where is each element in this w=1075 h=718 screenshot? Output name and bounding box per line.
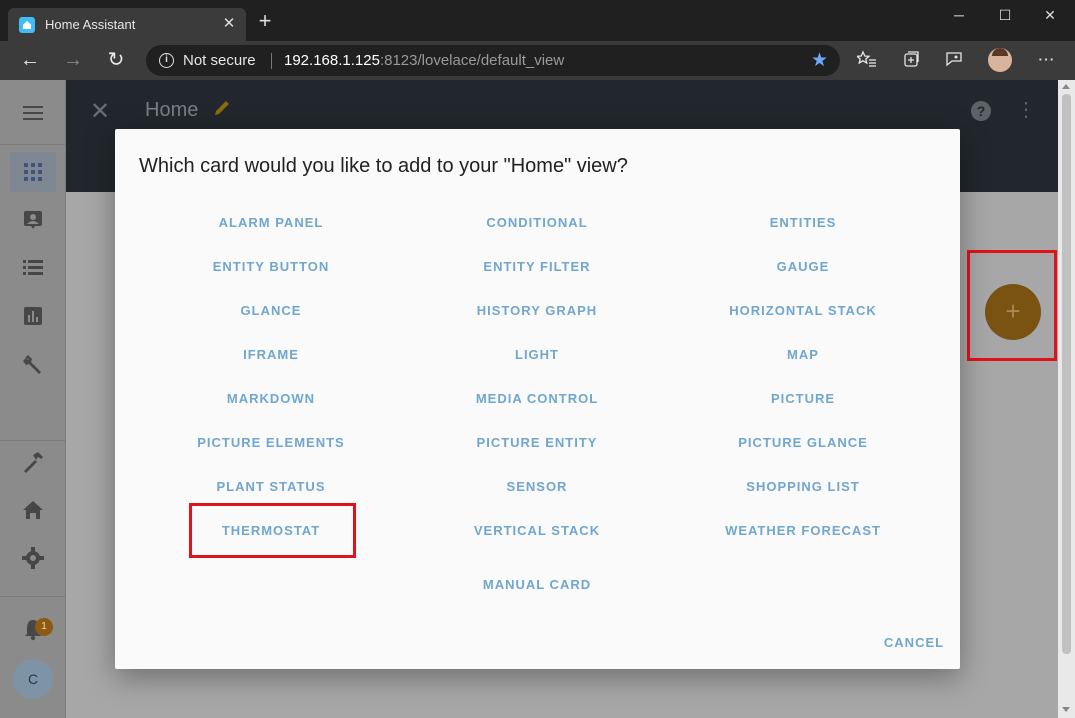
address-divider xyxy=(271,53,272,69)
scroll-down-arrow-icon[interactable] xyxy=(1062,707,1070,712)
scroll-thumb[interactable] xyxy=(1062,94,1071,654)
sidebar-item-settings[interactable] xyxy=(10,538,56,578)
url-text[interactable]: 192.168.1.125:8123/lovelace/default_view xyxy=(284,52,564,69)
close-edit-icon[interactable]: ✕ xyxy=(90,97,110,126)
tab-close-icon[interactable]: ✕ xyxy=(220,15,238,33)
user-avatar[interactable]: C xyxy=(13,659,53,699)
help-icon[interactable]: ? xyxy=(971,101,991,121)
url-path: :8123/lovelace/default_view xyxy=(379,52,565,69)
title-bar: Home Assistant ✕ + ─ ☐ ✕ xyxy=(0,0,1075,41)
wrench-icon xyxy=(23,355,41,374)
card-option-markdown[interactable]: MARKDOWN xyxy=(171,383,371,415)
sidebar-item-hacs[interactable] xyxy=(10,490,56,530)
back-button[interactable]: ← xyxy=(17,48,43,74)
maximize-button[interactable]: ☐ xyxy=(982,0,1028,32)
dialog-title: Which card would you like to add to your… xyxy=(139,155,628,177)
fab-highlight-box xyxy=(967,250,1057,361)
info-icon[interactable]: i xyxy=(159,53,174,68)
sidebar: 1 C xyxy=(0,80,66,718)
dashboard-grid-icon xyxy=(24,163,42,181)
card-option-sensor[interactable]: SENSOR xyxy=(437,471,637,503)
url-host: 192.168.1.125 xyxy=(284,52,380,69)
card-option-picture-elements[interactable]: PICTURE ELEMENTS xyxy=(171,427,371,459)
thermostat-highlight-box xyxy=(189,503,356,558)
account-box-icon xyxy=(24,211,42,229)
card-option-shopping-list[interactable]: SHOPPING LIST xyxy=(703,471,903,503)
sidebar-item-configuration[interactable] xyxy=(10,344,56,384)
minimize-button[interactable]: ─ xyxy=(936,0,982,32)
card-option-entities[interactable]: ENTITIES xyxy=(703,207,903,239)
reload-button[interactable]: ↻ xyxy=(103,48,129,74)
card-option-iframe[interactable]: IFRAME xyxy=(171,339,371,371)
manual-card-button[interactable]: MANUAL CARD xyxy=(437,569,637,601)
edit-pencil-icon[interactable] xyxy=(212,98,232,123)
security-label[interactable]: Not secure xyxy=(183,52,256,69)
notification-count-badge: 1 xyxy=(35,618,53,636)
sidebar-divider xyxy=(0,144,66,145)
browser-window: Home Assistant ✕ + ─ ☐ ✕ ← → ↻ i Not sec… xyxy=(0,0,1075,718)
sidebar-item-logbook[interactable] xyxy=(10,248,56,288)
card-option-entity-filter[interactable]: ENTITY FILTER xyxy=(437,251,637,283)
home-assistant-favicon-icon xyxy=(19,17,35,33)
new-tab-button[interactable]: + xyxy=(254,10,276,33)
card-option-vertical-stack[interactable]: VERTICAL STACK xyxy=(437,515,637,547)
page-scrollbar[interactable] xyxy=(1058,80,1075,718)
favorite-star-icon[interactable]: ★ xyxy=(811,49,828,72)
history-chart-icon xyxy=(24,307,42,325)
page-title: Home xyxy=(145,99,199,121)
card-option-light[interactable]: LIGHT xyxy=(437,339,637,371)
cancel-button[interactable]: CANCEL xyxy=(881,629,947,657)
card-option-gauge[interactable]: GAUGE xyxy=(703,251,903,283)
sidebar-divider xyxy=(0,596,66,597)
sidebar-item-overview[interactable] xyxy=(10,152,56,192)
forward-button[interactable]: → xyxy=(60,48,86,74)
profile-avatar[interactable] xyxy=(988,48,1012,72)
address-bar[interactable]: i Not secure 192.168.1.125:8123/lovelace… xyxy=(146,45,840,76)
card-option-glance[interactable]: GLANCE xyxy=(171,295,371,327)
card-option-horizontal-stack[interactable]: HORIZONTAL STACK xyxy=(703,295,903,327)
tab-title: Home Assistant xyxy=(45,17,136,32)
sidebar-item-map[interactable] xyxy=(10,200,56,240)
close-window-button[interactable]: ✕ xyxy=(1027,0,1073,32)
home-icon xyxy=(23,501,43,519)
sidebar-item-history[interactable] xyxy=(10,296,56,336)
card-option-conditional[interactable]: CONDITIONAL xyxy=(437,207,637,239)
card-option-picture-entity[interactable]: PICTURE ENTITY xyxy=(437,427,637,459)
favorites-list-icon[interactable] xyxy=(855,49,879,73)
card-option-plant-status[interactable]: PLANT STATUS xyxy=(171,471,371,503)
sidebar-item-developer-tools[interactable] xyxy=(10,442,56,482)
card-option-alarm-panel[interactable]: ALARM PANEL xyxy=(171,207,371,239)
hammer-icon xyxy=(24,452,43,473)
feedback-icon[interactable] xyxy=(942,49,966,73)
more-vert-icon[interactable]: ⋮ xyxy=(1016,98,1036,122)
scroll-up-arrow-icon[interactable] xyxy=(1062,84,1070,89)
add-card-dialog: Which card would you like to add to your… xyxy=(115,129,960,669)
card-option-picture[interactable]: PICTURE xyxy=(703,383,903,415)
browser-tab[interactable]: Home Assistant ✕ xyxy=(8,8,246,41)
card-option-media-control[interactable]: MEDIA CONTROL xyxy=(437,383,637,415)
card-option-picture-glance[interactable]: PICTURE GLANCE xyxy=(703,427,903,459)
collections-icon[interactable] xyxy=(899,49,923,73)
navigation-bar: ← → ↻ i Not secure 192.168.1.125:8123/lo… xyxy=(0,41,1075,80)
card-option-map[interactable]: MAP xyxy=(703,339,903,371)
card-option-entity-button[interactable]: ENTITY BUTTON xyxy=(171,251,371,283)
more-icon[interactable]: ⋯ xyxy=(1034,49,1058,73)
logbook-list-icon xyxy=(23,260,43,275)
card-option-weather-forecast[interactable]: WEATHER FORECAST xyxy=(703,515,903,547)
menu-icon[interactable] xyxy=(10,92,56,132)
card-option-history-graph[interactable]: HISTORY GRAPH xyxy=(437,295,637,327)
settings-gear-icon xyxy=(22,547,44,569)
sidebar-divider xyxy=(0,440,66,441)
